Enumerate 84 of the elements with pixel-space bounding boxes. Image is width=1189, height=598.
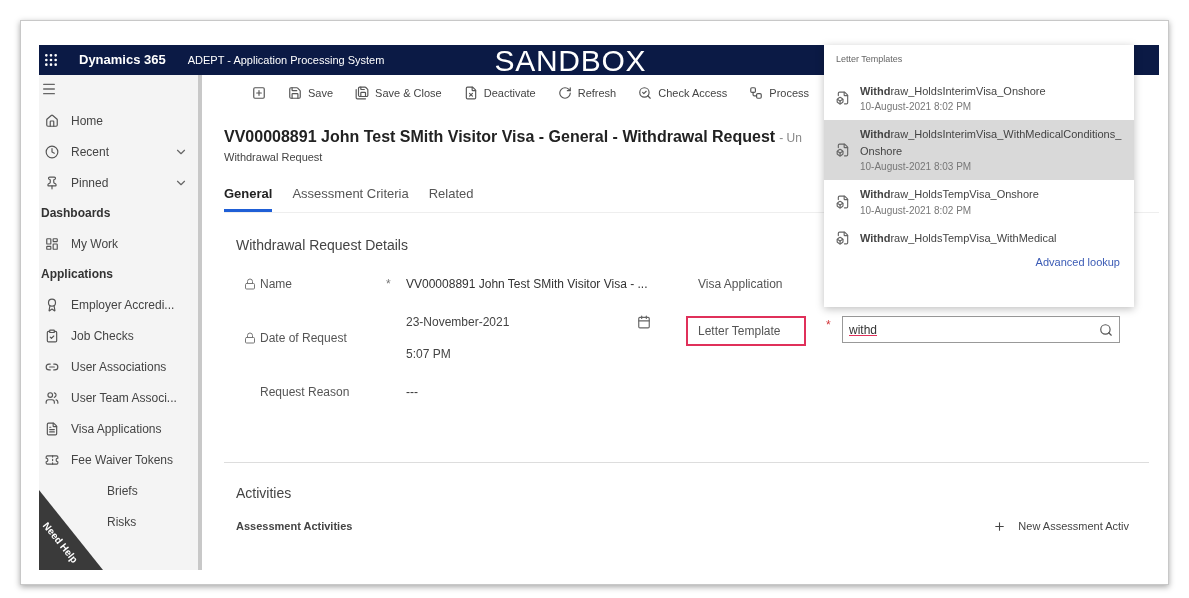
- search-check-icon: [638, 86, 653, 100]
- section-title: Activities: [236, 484, 293, 503]
- lookup-result[interactable]: Withdraw_HoldsInterimVisa_WithMedicalConditions_Onshore 10-August-2021 8:03 PM: [824, 120, 1134, 180]
- sidebar-item[interactable]: Risks: [107, 512, 137, 531]
- sidebar-item[interactable]: Recent: [41, 136, 192, 167]
- field-value: ---: [406, 384, 418, 401]
- flow-icon: [749, 86, 764, 100]
- sidebar-item[interactable]: Job Checks: [41, 320, 192, 351]
- dashboard-icon: [45, 236, 59, 251]
- toolbar-button[interactable]: Save & Close: [355, 84, 442, 102]
- toolbar-button[interactable]: Check Access: [638, 84, 728, 102]
- new-record-button[interactable]: New Assessment Activ: [993, 518, 1129, 535]
- plus-icon: [993, 519, 1007, 533]
- app-launcher-icon[interactable]: [43, 52, 59, 68]
- ticket-icon: [45, 452, 59, 467]
- result-name: Withdraw_HoldsInterimVisa_WithMedicalConditions_Onshore: [860, 127, 1122, 159]
- sidebar-heading: Applications: [41, 266, 114, 283]
- menu-icon[interactable]: [41, 81, 57, 97]
- field-label: Request Reason: [259, 384, 350, 401]
- tab[interactable]: Assessment Criteria: [292, 183, 409, 212]
- tab[interactable]: Related: [428, 183, 474, 212]
- result-name: Withdraw_HoldsTempVisa_WithMedical: [860, 230, 1057, 246]
- field-label: Visa Application: [697, 276, 784, 293]
- system-name[interactable]: ADEPT - Application Processing System: [187, 51, 385, 69]
- app-name[interactable]: Dynamics 365: [79, 50, 166, 70]
- section-title: Withdrawal Request Details: [236, 236, 408, 255]
- record-title-suffix: - Un: [779, 130, 802, 147]
- lookup-result[interactable]: Withdraw_HoldsInterimVisa_Onshore 10-August-2021 8:02 PM: [824, 76, 1134, 120]
- field-label: Letter Template: [686, 316, 806, 346]
- date-field[interactable]: 23-November-2021: [406, 313, 651, 331]
- sidebar-item[interactable]: My Work: [41, 228, 192, 259]
- result-date: 10-August-2021 8:03 PM: [860, 160, 973, 174]
- search-icon[interactable]: [1099, 322, 1113, 337]
- sidebar-item[interactable]: Home: [41, 105, 192, 136]
- record-title: VV00008891 John Test SMith Visitor Visa - General - Withdrawal Request: [224, 127, 776, 147]
- toolbar-button[interactable]: Deactivate: [463, 84, 536, 102]
- toolbar-button[interactable]: Refresh: [557, 84, 617, 102]
- pin-icon: [45, 175, 59, 190]
- sidebar-item[interactable]: User Associations: [41, 351, 192, 382]
- record-type: Withdrawal Request: [224, 150, 323, 165]
- time-field[interactable]: 5:07 PM: [406, 345, 651, 363]
- result-name: Withdraw_HoldsTempVisa_Onshore: [860, 187, 1039, 202]
- clipboard-check-icon: [45, 328, 59, 343]
- sidebar-item[interactable]: Visa Applications: [41, 413, 192, 444]
- lookup-field[interactable]: withd: [842, 316, 1120, 343]
- new-icon: [252, 86, 266, 100]
- subgrid-title: Assessment Activities: [236, 519, 353, 534]
- required-marker: *: [386, 277, 391, 291]
- sidebar-item[interactable]: User Team Associ...: [41, 382, 192, 413]
- people-icon: [45, 390, 59, 405]
- sidebar-item[interactable]: Briefs: [107, 481, 138, 500]
- save-close-icon: [355, 86, 370, 100]
- home-icon: [45, 113, 59, 128]
- required-marker: *: [826, 318, 831, 332]
- template-icon: [836, 230, 850, 245]
- sidebar-item[interactable]: Employer Accredi...: [41, 289, 192, 320]
- result-date: 10-August-2021 8:02 PM: [860, 203, 973, 218]
- document-x-icon: [463, 86, 478, 100]
- field-label: Name: [260, 276, 292, 293]
- sidebar-heading: Dashboards: [41, 205, 112, 222]
- result-name: Withdraw_HoldsInterimVisa_Onshore: [860, 83, 1046, 99]
- sidebar-item[interactable]: Fee Waiver Tokens: [41, 444, 192, 475]
- field-label: Date of Request: [260, 330, 347, 347]
- dropdown-title: Letter Templates: [835, 53, 904, 66]
- save-icon: [288, 86, 302, 100]
- calendar-icon: [637, 315, 651, 329]
- clock-icon: [45, 144, 59, 159]
- advanced-lookup-link[interactable]: Advanced lookup: [1035, 254, 1120, 271]
- toolbar-button[interactable]: Save: [288, 84, 334, 102]
- toolbar-button[interactable]: Process: [749, 84, 810, 102]
- certificate-icon: [45, 297, 59, 312]
- lookup-result[interactable]: Withdraw_HoldsTempVisa_Onshore 10-August-2021 8:02 PM: [824, 180, 1134, 224]
- toolbar-button[interactable]: [252, 86, 266, 100]
- template-icon: [836, 143, 850, 157]
- environment-label: SANDBOX: [494, 42, 647, 79]
- template-icon: [836, 194, 850, 209]
- document-icon: [45, 421, 59, 436]
- lookup-result[interactable]: Withdraw_HoldsTempVisa_WithMedical: [824, 223, 1134, 252]
- sidebar-item[interactable]: Pinned: [41, 167, 192, 198]
- result-date: 10-August-2021 8:02 PM: [860, 100, 973, 114]
- template-icon: [836, 91, 850, 106]
- tab[interactable]: General: [224, 183, 273, 212]
- refresh-icon: [557, 86, 572, 100]
- field-value: VV00008891 John Test SMith Visitor Visa - ...: [406, 276, 648, 293]
